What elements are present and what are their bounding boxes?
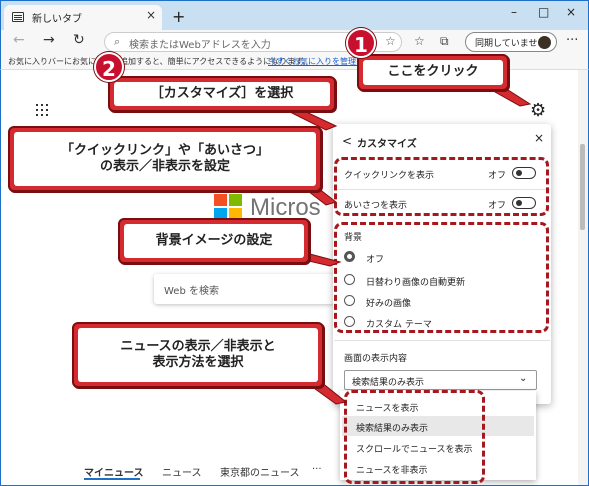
step-badge-2: 2	[94, 52, 124, 82]
callout-quicklinks-line2: の表示／非表示を設定	[99, 159, 230, 174]
callout-news-box: ニュースの表示／非表示と 表示方法を選択	[78, 328, 318, 382]
callout-customize-text: ［カスタマイズ］を選択	[114, 82, 330, 106]
callout-quicklinks-box: 「クイックリンク」や「あいさつ」 の表示／非表示を設定	[14, 132, 316, 186]
callout-news-line2: 表示方法を選択	[152, 355, 244, 370]
callout-background-text: 背景イメージの設定	[124, 224, 304, 258]
callout-click-here: ここをクリック	[357, 54, 509, 91]
callout-quicklinks-line1: 「クイックリンク」や「あいさつ」	[60, 142, 269, 158]
step-badge-1: 1	[346, 28, 376, 58]
callout-quicklinks: 「クイックリンク」や「あいさつ」 の表示／非表示を設定	[8, 126, 322, 192]
callout-select-customize: ［カスタマイズ］を選択	[108, 76, 336, 112]
callout-background: 背景イメージの設定	[118, 218, 310, 264]
callout-click-text: ここをクリック	[363, 60, 503, 85]
callout-news-line1: ニュースの表示／非表示と	[120, 338, 276, 354]
callout-news: ニュースの表示／非表示と 表示方法を選択	[72, 322, 324, 388]
